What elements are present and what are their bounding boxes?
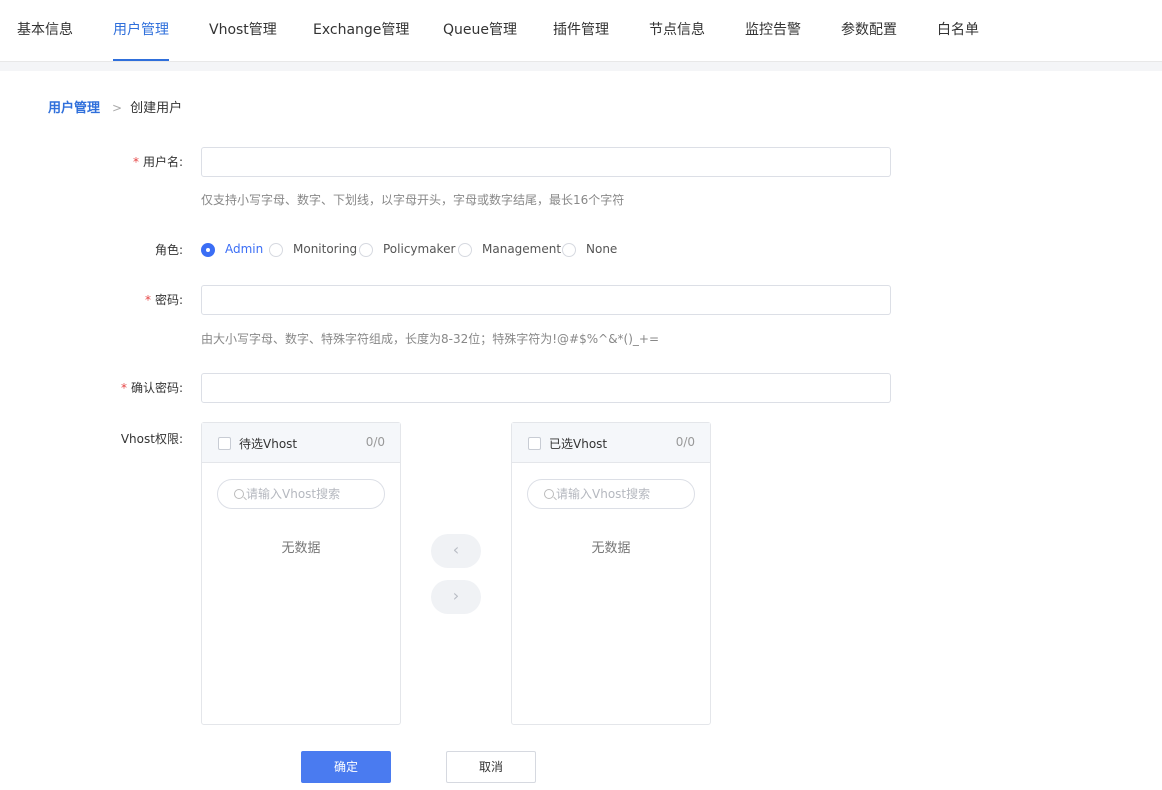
role-option-label: Management xyxy=(482,242,562,256)
vhost-target-search xyxy=(527,479,695,509)
move-to-source-button[interactable]: ‹ xyxy=(431,534,481,568)
vhost-source-select-all-checkbox[interactable] xyxy=(218,437,231,450)
tab-node-info[interactable]: 节点信息 xyxy=(649,0,705,61)
confirm-password-label: * 确认密码: xyxy=(121,379,183,396)
tab-queue-management[interactable]: Queue管理 xyxy=(443,0,517,61)
username-hint: 仅支持小写字母、数字、下划线，以字母开头，字母或数字结尾，最长16个字符 xyxy=(201,193,625,207)
required-mark: * xyxy=(132,155,139,169)
search-icon xyxy=(234,489,244,499)
vhost-source-count: 0/0 xyxy=(365,435,385,449)
tab-monitoring-alerts[interactable]: 监控告警 xyxy=(745,0,801,61)
tab-parameter-config[interactable]: 参数配置 xyxy=(841,0,897,61)
tab-whitelist[interactable]: 白名单 xyxy=(937,0,979,61)
vhost-target-empty: 无数据 xyxy=(591,541,631,556)
radio-unchecked-icon xyxy=(359,243,373,257)
role-option-label: Monitoring xyxy=(293,242,358,256)
vhost-target-select-all-checkbox[interactable] xyxy=(528,437,541,450)
vhost-source-title: 待选Vhost xyxy=(239,437,298,451)
confirm-password-label-text: 确认密码: xyxy=(130,381,183,395)
password-input[interactable] xyxy=(201,285,891,315)
breadcrumb: 用户管理 > 创建用户 xyxy=(48,99,182,117)
username-label-text: 用户名: xyxy=(142,155,183,169)
chevron-right-icon: > xyxy=(112,101,123,115)
radio-unchecked-icon xyxy=(562,243,576,257)
tab-vhost-management[interactable]: Vhost管理 xyxy=(209,0,277,61)
vhost-source-panel: 待选Vhost 0/0 无数据 xyxy=(201,422,401,725)
vhost-target-count: 0/0 xyxy=(675,435,695,449)
tab-exchange-management[interactable]: Exchange管理 xyxy=(313,0,409,61)
vhost-target-search-input[interactable] xyxy=(556,484,686,504)
breadcrumb-root-link[interactable]: 用户管理 xyxy=(48,101,100,116)
confirm-button[interactable]: 确定 xyxy=(301,751,391,783)
role-option-label: Policymaker xyxy=(383,242,456,256)
required-mark: * xyxy=(144,293,151,307)
top-nav: 基本信息 用户管理 Vhost管理 Exchange管理 Queue管理 插件管… xyxy=(0,0,1162,62)
password-label: * 密码: xyxy=(145,291,183,308)
username-input[interactable] xyxy=(201,147,891,177)
password-hint: 由大小写字母、数字、特殊字符组成，长度为8-32位；特殊字符为!@#$%^&*(… xyxy=(201,332,660,346)
role-label: 角色: xyxy=(154,243,183,257)
cancel-button[interactable]: 取消 xyxy=(446,751,536,783)
username-label: * 用户名: xyxy=(133,153,183,170)
tab-plugin-management[interactable]: 插件管理 xyxy=(553,0,609,61)
vhost-target-panel: 已选Vhost 0/0 无数据 xyxy=(511,422,711,725)
vhost-source-search-input[interactable] xyxy=(246,484,376,504)
role-option-label: None xyxy=(586,242,618,256)
chevron-right-icon: › xyxy=(452,586,460,605)
role-option-label: Admin xyxy=(225,242,264,256)
vhost-target-title: 已选Vhost xyxy=(549,437,608,451)
required-mark: * xyxy=(120,381,127,395)
radio-checked-icon xyxy=(201,243,215,257)
confirm-password-input[interactable] xyxy=(201,373,891,403)
vhost-target-header: 已选Vhost 0/0 xyxy=(512,423,710,463)
vhost-source-header: 待选Vhost 0/0 xyxy=(202,423,400,463)
breadcrumb-current: 创建用户 xyxy=(130,101,183,116)
vhost-permission-label: Vhost权限: xyxy=(120,432,183,446)
move-to-target-button[interactable]: › xyxy=(431,580,481,614)
chevron-left-icon: ‹ xyxy=(452,540,460,559)
vhost-source-empty: 无数据 xyxy=(281,541,321,556)
password-label-text: 密码: xyxy=(154,293,183,307)
tab-basic-info[interactable]: 基本信息 xyxy=(17,0,73,61)
nav-divider xyxy=(0,62,1162,71)
search-icon xyxy=(544,489,554,499)
radio-unchecked-icon xyxy=(458,243,472,257)
vhost-source-search xyxy=(217,479,385,509)
radio-unchecked-icon xyxy=(269,243,283,257)
tab-user-management[interactable]: 用户管理 xyxy=(113,0,169,61)
